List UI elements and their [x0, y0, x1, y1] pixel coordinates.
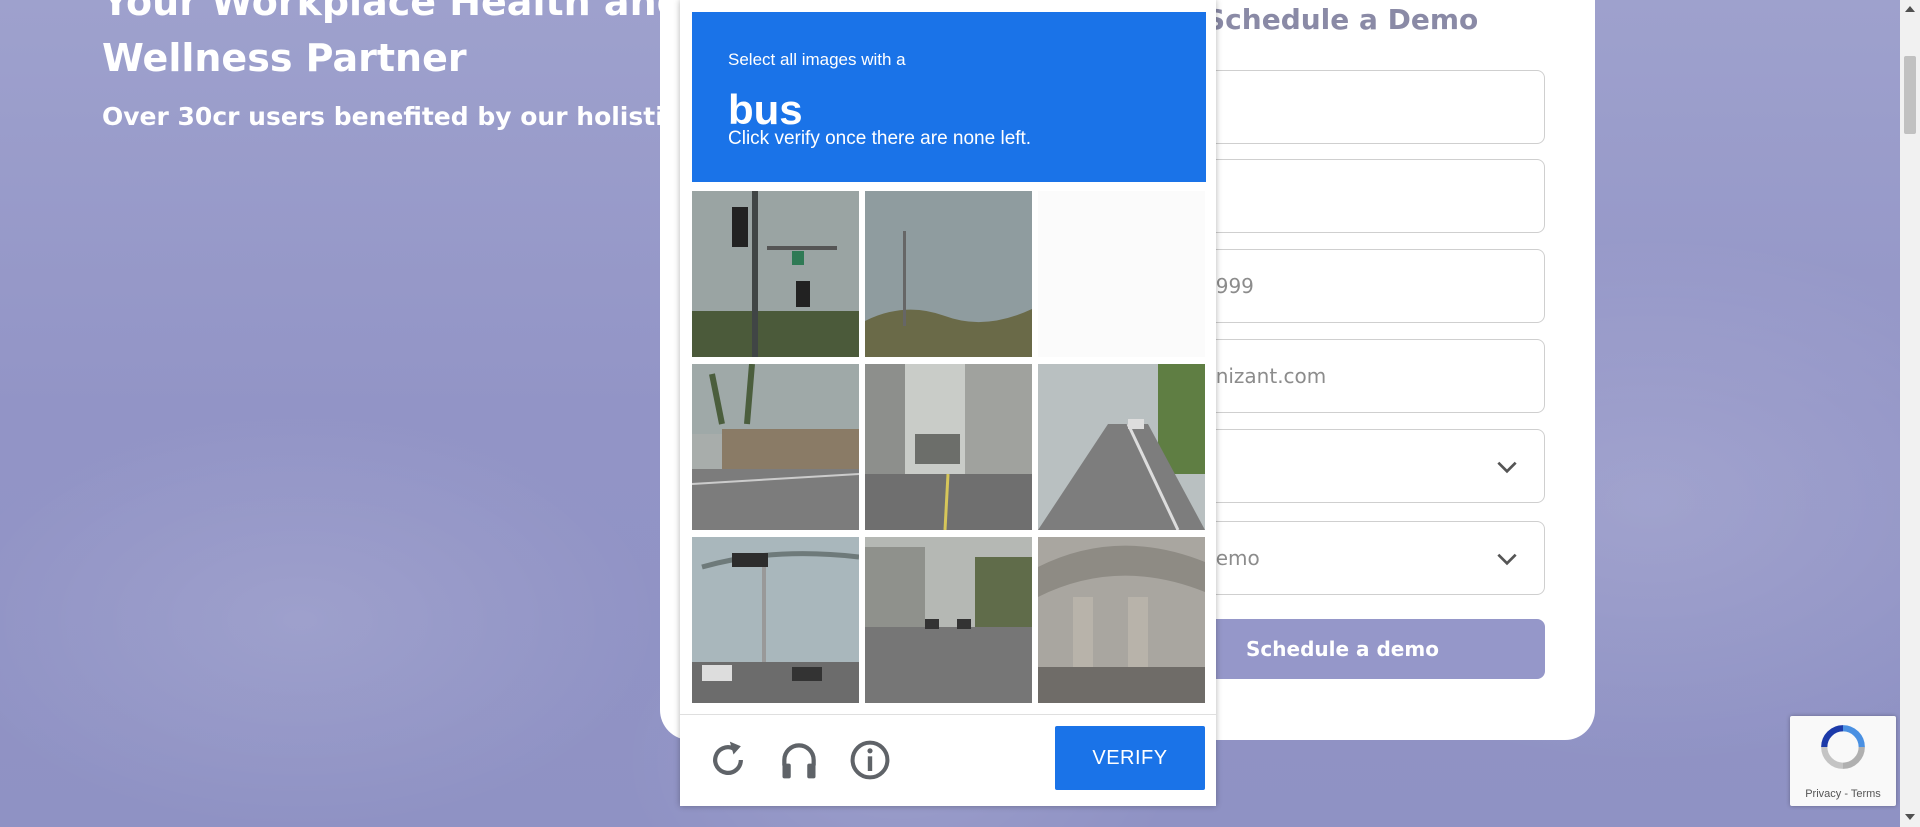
- recaptcha-logo-icon: [1821, 725, 1865, 769]
- captcha-tile-8[interactable]: [865, 537, 1032, 703]
- downtown-road-scene-icon: [865, 537, 1032, 703]
- captcha-tile-4[interactable]: [692, 364, 859, 530]
- captcha-image-grid: [692, 191, 1206, 703]
- blank-loading-tile-icon: [1038, 191, 1205, 357]
- captcha-tile-6[interactable]: [1038, 364, 1205, 530]
- highway-median-scene-icon: [1038, 364, 1205, 530]
- scroll-up-arrow-icon[interactable]: [1905, 6, 1915, 12]
- vertical-scrollbar[interactable]: [1900, 0, 1920, 827]
- captcha-footer-divider: [680, 714, 1216, 715]
- recaptcha-challenge-dialog: Select all images with a bus Click verif…: [680, 0, 1216, 806]
- info-icon[interactable]: [848, 738, 892, 782]
- audio-headphones-icon[interactable]: [777, 738, 821, 782]
- hero-subtitle: Over 30cr users benefited by our holisti…: [102, 102, 742, 131]
- traffic-light-scene-icon: [692, 191, 859, 357]
- recaptcha-badge[interactable]: Privacy - Terms: [1790, 716, 1896, 806]
- captcha-tile-3[interactable]: [1038, 191, 1205, 357]
- captcha-tile-5[interactable]: [865, 364, 1032, 530]
- scroll-thumb[interactable]: [1904, 56, 1916, 134]
- captcha-instruction: Click verify once there are none left.: [728, 128, 1032, 149]
- city-street-scene-icon: [865, 364, 1032, 530]
- form-title: Schedule a Demo: [1205, 3, 1479, 36]
- captcha-tile-9[interactable]: [1038, 537, 1205, 703]
- overpass-scene-icon: [1038, 537, 1205, 703]
- captcha-header: Select all images with a bus Click verif…: [692, 12, 1206, 182]
- reload-icon[interactable]: [706, 738, 750, 782]
- traffic-signal-road-scene-icon: [692, 537, 859, 703]
- captcha-prompt: Select all images with a: [728, 50, 906, 69]
- building-street-scene-icon: [692, 364, 859, 530]
- badge-privacy-terms[interactable]: Privacy - Terms: [1790, 788, 1896, 800]
- captcha-target-word: bus: [728, 86, 803, 133]
- chevron-down-icon: [1497, 553, 1517, 566]
- captcha-tile-7[interactable]: [692, 537, 859, 703]
- scroll-down-arrow-icon[interactable]: [1905, 814, 1915, 820]
- sky-hills-scene-icon: [865, 191, 1032, 357]
- field-value: gnizant.com: [1203, 364, 1327, 388]
- captcha-tile-2[interactable]: [865, 191, 1032, 357]
- verify-button[interactable]: VERIFY: [1055, 726, 1205, 790]
- chevron-down-icon: [1497, 461, 1517, 474]
- captcha-tile-1[interactable]: [692, 191, 859, 357]
